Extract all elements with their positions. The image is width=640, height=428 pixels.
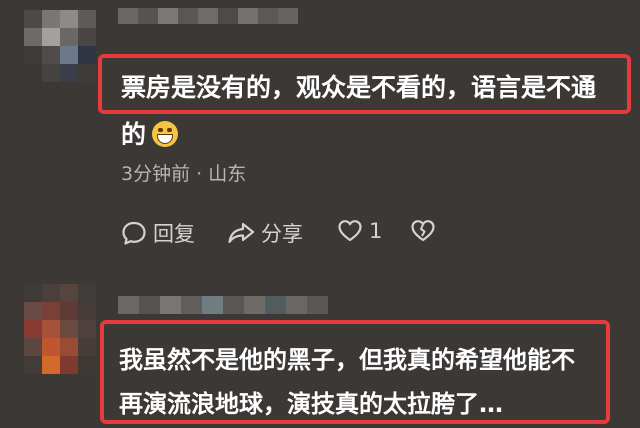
avatar[interactable]	[24, 10, 96, 82]
grinning-face-icon	[152, 121, 179, 147]
comment-text-line-2: 的	[121, 115, 179, 151]
avatar[interactable]	[24, 284, 96, 374]
share-arrow-icon	[228, 222, 255, 244]
like-button[interactable]: 1	[337, 218, 382, 244]
comment-text-line-2: 再演流浪地球，演技真的太拉胯了…	[119, 390, 503, 418]
reply-label: 回复	[153, 222, 195, 246]
heart-icon	[338, 220, 362, 242]
comment-meta: 3分钟前 · 山东	[121, 159, 246, 186]
broken-heart-icon	[411, 220, 435, 242]
dislike-button[interactable]	[410, 218, 442, 244]
share-button[interactable]: 分享	[227, 218, 303, 248]
comment-location: 山东	[208, 163, 247, 185]
comment-text-line-1: 我虽然不是他的黑子，但我真的希望他能不	[119, 346, 575, 374]
comment-text-line-1: 票房是没有的，观众是不看的，语言是不通	[121, 73, 597, 102]
username[interactable]	[118, 296, 328, 314]
meta-separator: ·	[196, 163, 203, 185]
share-label: 分享	[261, 222, 303, 246]
username[interactable]	[118, 8, 298, 24]
reply-button[interactable]: 回复	[121, 218, 195, 248]
comment-text-tail: 的	[121, 120, 147, 149]
comment-time: 3分钟前	[121, 163, 191, 185]
like-count: 1	[369, 219, 383, 243]
comment-bubble-icon	[122, 221, 146, 245]
